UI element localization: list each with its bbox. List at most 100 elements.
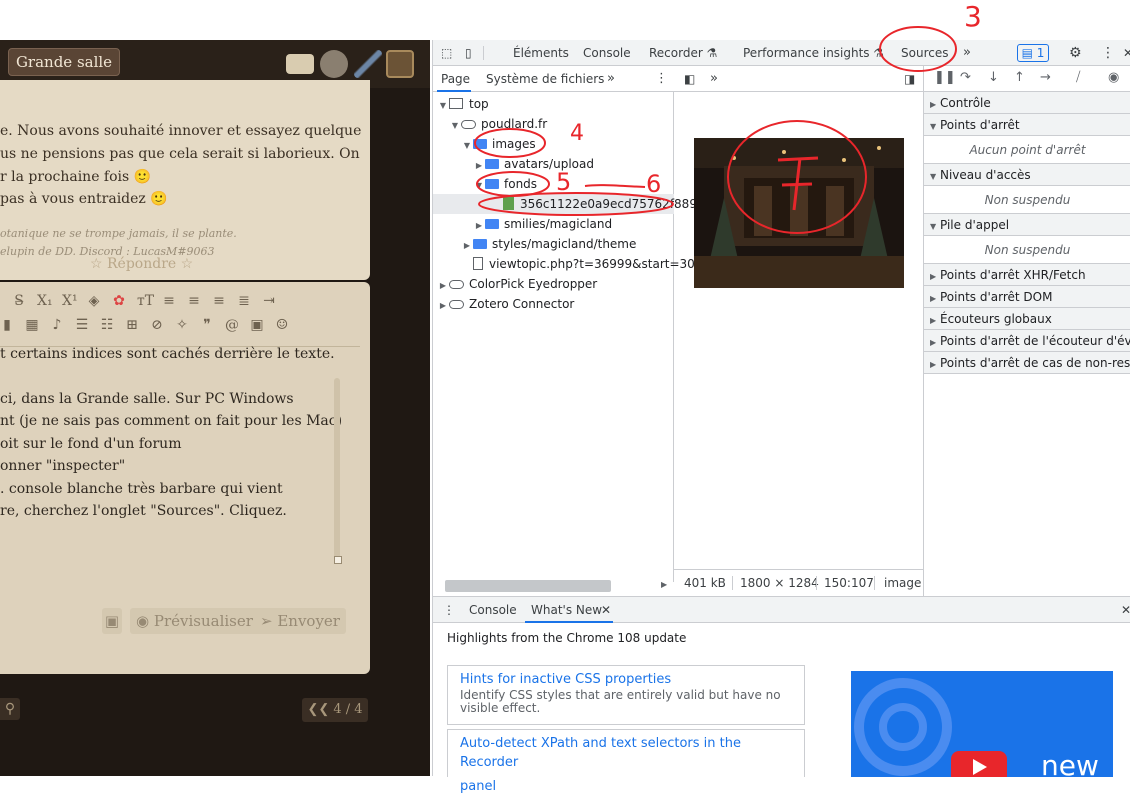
music-icon[interactable]: ♪ (50, 317, 64, 333)
tree-node[interactable]: ▶ styles/magicland/theme (433, 234, 674, 254)
portrait-icon[interactable] (386, 50, 414, 78)
debugger-section-header[interactable]: ▶Points d'arrêt de cas de non-respect (924, 352, 1130, 374)
editor-scrollbar[interactable] (334, 378, 340, 562)
video-icon[interactable]: ▦ (25, 317, 39, 333)
superscript-icon[interactable]: X¹ (62, 293, 78, 309)
navigator-menu-icon[interactable]: ⋮ (655, 66, 668, 92)
collapse-triangle-icon[interactable]: ▶ (461, 236, 473, 256)
inspect-element-icon[interactable]: ⬚ (441, 40, 452, 66)
expand-triangle-icon[interactable]: ▼ (473, 176, 485, 196)
collapse-triangle-icon[interactable]: ▶ (437, 276, 449, 296)
tree-node[interactable]: ▼ top (433, 94, 674, 114)
align-center-icon[interactable]: ≡ (187, 293, 201, 309)
send-button[interactable]: ➢ Envoyer (254, 608, 346, 634)
settings-gear-icon[interactable]: ⚙ (1069, 40, 1082, 66)
tree-node[interactable]: ▶ avatars/upload (433, 154, 674, 174)
close-tab-icon[interactable]: ✕ (601, 597, 611, 623)
navigator-hscrollbar[interactable] (445, 580, 611, 592)
bullet-list-icon[interactable]: ☰ (75, 317, 89, 333)
smiley-icon[interactable]: ☺ (275, 317, 289, 333)
align-left-icon[interactable]: ≡ (162, 293, 176, 309)
tab-page[interactable]: Page (441, 66, 470, 92)
justify-icon[interactable]: ≣ (237, 293, 251, 309)
tree-node[interactable]: ▼ poudlard.fr (433, 114, 674, 134)
table-icon[interactable]: ⊞ (125, 317, 139, 333)
expand-triangle-icon[interactable]: ▼ (930, 166, 940, 185)
debugger-section-header[interactable]: ▶ Points d'arrêt XHR/Fetch (924, 264, 1130, 286)
tab-elements[interactable]: Éléments (513, 40, 569, 66)
room-button[interactable]: Grande salle (8, 48, 120, 76)
tree-node[interactable]: ▶ smilies/magicland (433, 214, 674, 234)
tree-node[interactable]: ▶ Zotero Connector (433, 294, 674, 314)
debugger-section-header[interactable]: ▼ Points d'arrêt (924, 114, 1130, 136)
numbered-list-icon[interactable]: ☷ (100, 317, 114, 333)
debugger-section-header[interactable]: ▼ Pile d'appel (924, 214, 1130, 236)
tree-node[interactable]: ▼ images (433, 134, 674, 154)
editor-text-line[interactable]: ci, dans la Grande salle. Sur PC Windows (0, 391, 294, 407)
whats-new-card[interactable]: Hints for inactive CSS properties Identi… (447, 665, 805, 725)
expand-triangle-icon[interactable]: ▼ (930, 216, 940, 235)
chrome-update-promo[interactable]: new (851, 671, 1113, 777)
step-out-icon[interactable]: ↑ (1014, 70, 1025, 85)
expand-triangle-icon[interactable]: ▼ (449, 116, 461, 136)
debugger-section-header[interactable]: ▶ Points d'arrêt DOM (924, 286, 1130, 308)
editor-text-line[interactable]: . console blanche très barbare qui vient (0, 481, 283, 497)
scroll-right-icon[interactable]: ▶ (661, 580, 667, 589)
fill-color-icon[interactable]: ◈ (87, 293, 101, 309)
card-title[interactable]: Hints for inactive CSS properties (460, 670, 792, 689)
previous-page-icon[interactable]: ❮❮ (307, 702, 333, 717)
collapse-triangle-icon[interactable]: ▶ (930, 354, 940, 373)
resize-handle[interactable] (334, 556, 342, 564)
spoiler-icon[interactable]: ▣ (250, 317, 264, 333)
deactivate-breakpoints-icon[interactable]: ⧸ (1076, 70, 1080, 85)
subscript-icon[interactable]: X₁ (37, 293, 53, 309)
color-picker-icon[interactable]: ✿ (112, 293, 126, 309)
tab-sources[interactable]: Sources (901, 40, 948, 66)
tab-performance-insights[interactable]: Performance insights ⚗ (743, 40, 884, 66)
quote-icon[interactable]: ❞ (200, 317, 214, 333)
more-options-icon[interactable]: ⋮ (1101, 40, 1115, 66)
align-right-icon[interactable]: ≡ (212, 293, 226, 309)
tab-console[interactable]: Console (583, 40, 631, 66)
drawer-tab-console[interactable]: Console (469, 597, 517, 623)
issues-badge[interactable]: ▤ 1 (1017, 44, 1049, 62)
device-toolbar-icon[interactable]: ▯ (465, 40, 472, 66)
strikethrough-icon[interactable]: S̶ (12, 293, 26, 309)
editor-text-line[interactable]: onner "inspecter" (0, 458, 125, 474)
envelope-icon[interactable] (286, 54, 314, 74)
step-icon[interactable]: → (1040, 70, 1051, 85)
editor-text-line[interactable]: t certains indices sont cachés derrière … (0, 346, 335, 362)
magic-wand-icon[interactable]: ✧ (175, 317, 189, 333)
quill-icon[interactable] (354, 50, 382, 78)
expand-triangle-icon[interactable]: ▼ (930, 116, 940, 135)
whats-new-card[interactable]: Auto-detect XPath and text selectors in … (447, 729, 805, 794)
pagination[interactable]: ❮❮ 4 / 4 (302, 698, 368, 722)
font-size-icon[interactable]: тT (137, 293, 154, 309)
editor-text-line[interactable]: nt (je ne sais pas comment on fait pour … (0, 413, 342, 429)
save-draft-button[interactable]: ▣ (102, 608, 122, 634)
debugger-section-header[interactable]: ▶ Contrôle (924, 92, 1130, 114)
preview-button[interactable]: ◉ Prévisualiser (130, 608, 259, 634)
debugger-section-header[interactable]: ▶ Écouteurs globaux (924, 308, 1130, 330)
debugger-section-header[interactable]: ▼ Niveau d'accès (924, 164, 1130, 186)
collapse-triangle-icon[interactable]: ▶ (473, 156, 485, 176)
tree-node[interactable]: 356c1122e0a9ecd75762f889a (433, 194, 704, 214)
block-icon[interactable]: ▮ (0, 317, 14, 333)
crystal-ball-icon[interactable] (320, 50, 348, 78)
collapse-triangle-icon[interactable]: ▶ (930, 266, 940, 285)
hide-icon[interactable]: ⊘ (150, 317, 164, 333)
close-drawer-icon[interactable]: ✕ (1121, 597, 1130, 623)
collapse-triangle-icon[interactable]: ▶ (473, 216, 485, 236)
collapse-triangle-icon[interactable]: ▶ (930, 310, 940, 329)
tab-recorder[interactable]: Recorder ⚗ (649, 40, 717, 66)
tree-node[interactable]: viewtopic.php?t=36999&start=30 (433, 254, 695, 274)
drawer-tab-whats-new[interactable]: What's New (531, 597, 602, 623)
search-button[interactable]: ⚲ (0, 698, 20, 720)
drawer-menu-icon[interactable]: ⋮ (443, 597, 455, 623)
tree-node[interactable]: ▼ fonds (433, 174, 674, 194)
step-over-icon[interactable]: ↷ (960, 70, 971, 85)
mention-icon[interactable]: @ (225, 317, 239, 333)
expand-triangle-icon[interactable]: ▼ (461, 136, 473, 156)
toggle-navigator-icon[interactable]: ◧ (684, 66, 695, 92)
more-editor-tabs-icon[interactable]: » (710, 66, 718, 92)
